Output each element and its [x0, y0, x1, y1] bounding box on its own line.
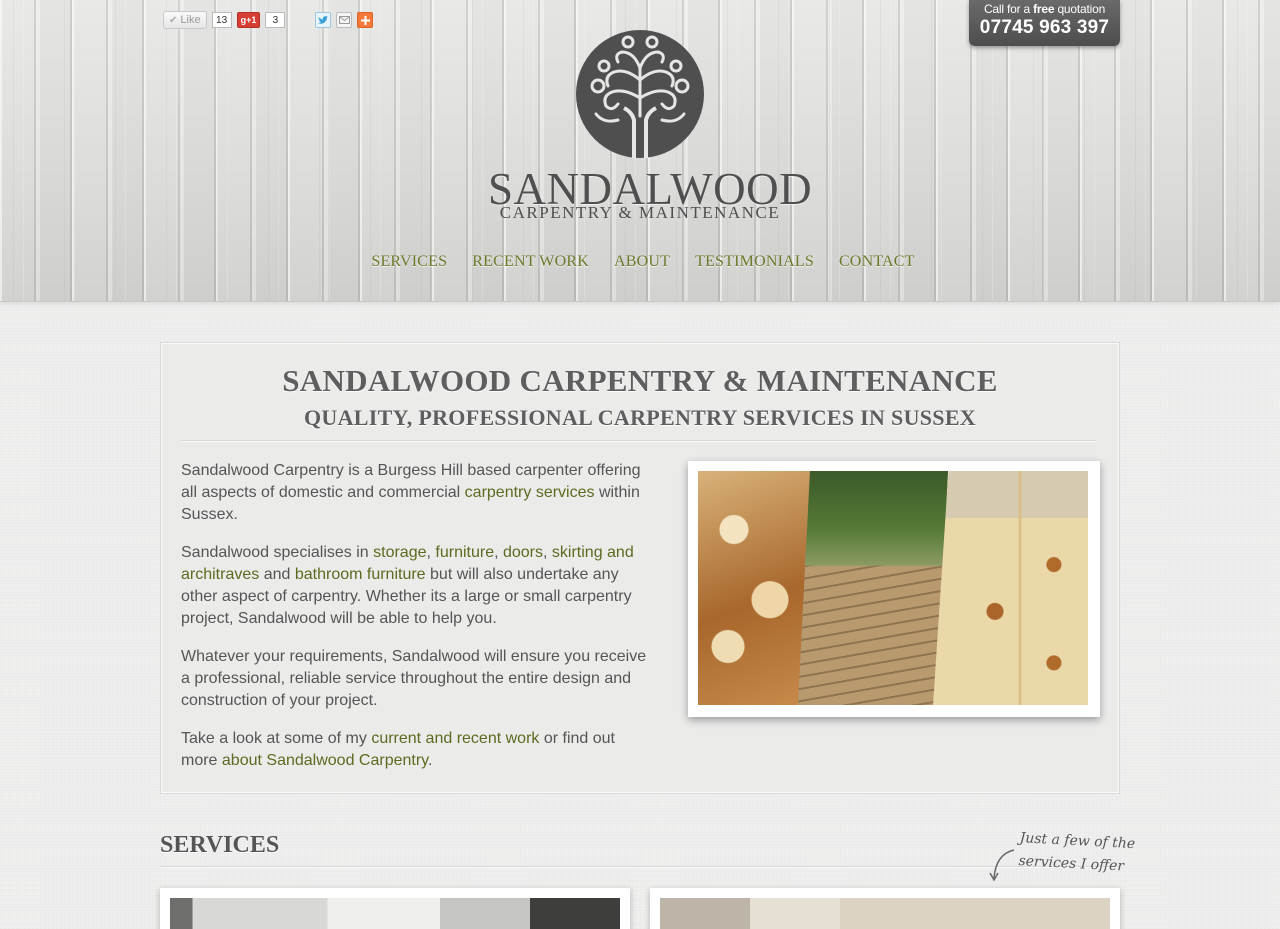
p2-text: Sandalwood specialises in [181, 544, 374, 561]
site-header: ✔ Like 13 g +1 3 Call for a free quotatio… [0, 0, 1280, 302]
quote-line-bold: free [1033, 2, 1055, 16]
nav-about[interactable]: ABOUT [614, 253, 670, 271]
link-bathroom-furniture[interactable]: bathroom furniture [295, 566, 426, 583]
decking-image [798, 471, 948, 705]
intro-paragraph-4: Take a look at some of my current and re… [181, 728, 651, 772]
service-card[interactable] [160, 888, 630, 929]
page-title: SANDALWOOD CARPENTRY & MAINTENANCE [282, 363, 998, 398]
service-card[interactable] [650, 888, 1120, 929]
intro-paragraph-2: Sandalwood specialises in storage, furni… [181, 542, 651, 630]
google-plus-count: 3 [265, 12, 286, 28]
quote-line-prefix: Call for a [983, 2, 1034, 16]
tree-logo-icon [576, 30, 704, 158]
google-plus-button[interactable]: g +1 [236, 12, 261, 28]
email-icon[interactable] [336, 12, 353, 28]
p2-sep: and [259, 566, 295, 583]
google-plus-label: +1 [246, 15, 257, 25]
link-recent-work[interactable]: current and recent work [371, 730, 539, 747]
p4-text: Take a look at some of my [181, 730, 372, 747]
carpentry-collage-image [688, 461, 1100, 717]
link-furniture[interactable]: furniture [435, 544, 494, 561]
nav-testimonials[interactable]: TESTIMONIALS [695, 253, 814, 271]
nav-recent-work[interactable]: RECENT WORK [472, 253, 589, 271]
p2-sep: , [543, 544, 552, 561]
p4-text-end: . [427, 752, 433, 769]
link-carpentry-services[interactable]: carpentry services [465, 484, 595, 501]
collage-photo [698, 471, 1088, 705]
addthis-plus-icon[interactable] [357, 12, 374, 28]
p2-sep: , [494, 544, 503, 561]
divider [181, 440, 1097, 441]
call-quote-badge: Call for a free quotation 07745 963 397 [969, 0, 1120, 46]
handwritten-note: Just a few of the services I offer [1018, 827, 1170, 881]
main-nav: SERVICES RECENT WORK ABOUT TESTIMONIALS … [0, 253, 1280, 271]
intro-paragraph-1: Sandalwood Carpentry is a Burgess Hill b… [181, 460, 651, 526]
social-share-bar: ✔ Like 13 g +1 3 [163, 11, 374, 29]
curved-arrow-icon [989, 849, 1015, 882]
nav-services[interactable]: SERVICES [371, 253, 447, 271]
thumbs-up-icon: ✔ [169, 14, 178, 26]
facebook-like-label: Like [180, 14, 201, 26]
facebook-like-count: 13 [211, 12, 232, 28]
cabinet-image [933, 471, 1088, 705]
link-storage[interactable]: storage [373, 544, 426, 561]
intro-text: Sandalwood Carpentry is a Burgess Hill b… [181, 460, 651, 788]
link-about[interactable]: about Sandalwood Carpentry [222, 752, 428, 769]
page-subtitle: QUALITY, PROFESSIONAL CARPENTRY SERVICES… [304, 405, 976, 430]
services-heading: SERVICES [160, 832, 280, 858]
facebook-like-button[interactable]: ✔ Like [163, 11, 207, 29]
intro-panel: SANDALWOOD CARPENTRY & MAINTENANCE QUALI… [160, 342, 1120, 794]
intro-paragraph-3: Whatever your requirements, Sandalwood w… [181, 648, 647, 709]
divider [160, 866, 1120, 867]
twitter-icon[interactable] [315, 12, 332, 28]
quote-line: Call for a free quotation [969, 0, 1120, 16]
link-doors[interactable]: doors [503, 544, 543, 561]
service-image [660, 898, 1110, 929]
nav-contact[interactable]: CONTACT [839, 253, 915, 271]
service-image [170, 898, 620, 929]
logo-tagline: CARPENTRY & MAINTENANCE [499, 203, 781, 222]
phone-number[interactable]: 07745 963 397 [969, 17, 1120, 39]
quote-line-suffix: quotation [1054, 2, 1106, 16]
site-logo[interactable]: SANDALWOOD CARPENTRY & MAINTENANCE [488, 28, 812, 224]
